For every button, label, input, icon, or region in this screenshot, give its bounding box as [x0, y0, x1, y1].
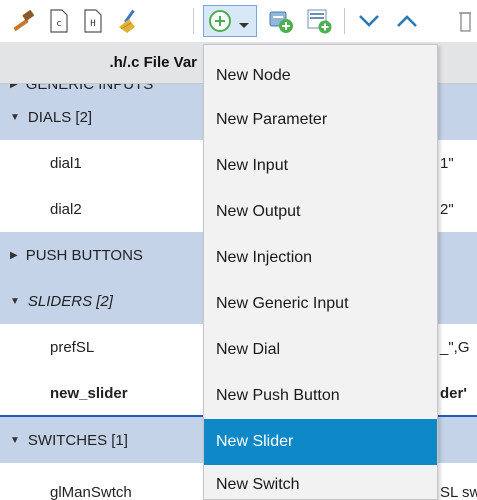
add-dropdown-menu: New Node New Parameter New Input New Out…: [203, 44, 438, 500]
menu-item-new-parameter[interactable]: New Parameter: [204, 97, 437, 143]
menu-item-new-slider[interactable]: New Slider: [204, 419, 437, 465]
row-value: 2": [440, 200, 454, 218]
file-c-icon[interactable]: c: [46, 6, 72, 36]
collapse-triangle-icon: ▼: [10, 295, 20, 307]
row-name: new_slider: [50, 384, 128, 402]
add-icon: [208, 9, 232, 37]
category-label: SLIDERS [2]: [27, 292, 113, 310]
file-h-icon[interactable]: H: [80, 6, 106, 36]
row-name: dial2: [50, 200, 82, 218]
category-label: DIALS [2]: [27, 108, 93, 126]
svg-text:H: H: [90, 19, 95, 29]
menu-item-new-injection[interactable]: New Injection: [204, 235, 437, 281]
expand-triangle-icon: ▶: [10, 84, 18, 90]
category-label: PUSH BUTTONS: [25, 246, 143, 264]
row-name: prefSL: [50, 338, 95, 356]
hammer-icon[interactable]: [8, 6, 38, 36]
row-value: SL sw: [440, 483, 477, 500]
move-down-icon[interactable]: [354, 6, 384, 36]
row-value: 1": [440, 154, 454, 172]
row-value: der': [440, 384, 467, 402]
add-node-icon[interactable]: [266, 6, 296, 36]
menu-item-new-switch[interactable]: New Switch: [204, 465, 437, 500]
collapse-triangle-icon: ▼: [10, 434, 20, 446]
expand-triangle-icon: ▶: [10, 249, 18, 261]
move-up-icon[interactable]: [392, 6, 422, 36]
menu-item-new-output[interactable]: New Output: [204, 189, 437, 235]
column-header-label: .h/.c File Var: [109, 54, 197, 71]
row-name: glManSwtch: [50, 483, 132, 500]
broom-icon[interactable]: [114, 6, 144, 36]
category-label: GENERIC INPUTS: [25, 84, 154, 93]
row-value: _",G: [440, 338, 470, 356]
category-label: SWITCHES [1]: [27, 431, 128, 449]
menu-item-new-generic-input[interactable]: New Generic Input: [204, 281, 437, 327]
svg-text:c: c: [56, 19, 61, 29]
row-name: dial1: [50, 154, 82, 172]
delete-icon[interactable]: [452, 6, 476, 36]
toolbar-separator: [193, 8, 194, 34]
menu-item-new-node[interactable]: New Node: [204, 53, 437, 99]
toolbar-separator: [344, 8, 345, 34]
collapse-triangle-icon: ▼: [10, 111, 20, 123]
menu-item-new-input[interactable]: New Input: [204, 143, 437, 189]
menu-item-new-push-button[interactable]: New Push Button: [204, 373, 437, 419]
chevron-down-icon: [238, 17, 250, 34]
menu-item-new-dial[interactable]: New Dial: [204, 327, 437, 373]
add-item-icon[interactable]: [304, 6, 334, 36]
toolbar: c H: [0, 0, 477, 42]
add-dropdown-button[interactable]: [203, 5, 257, 37]
